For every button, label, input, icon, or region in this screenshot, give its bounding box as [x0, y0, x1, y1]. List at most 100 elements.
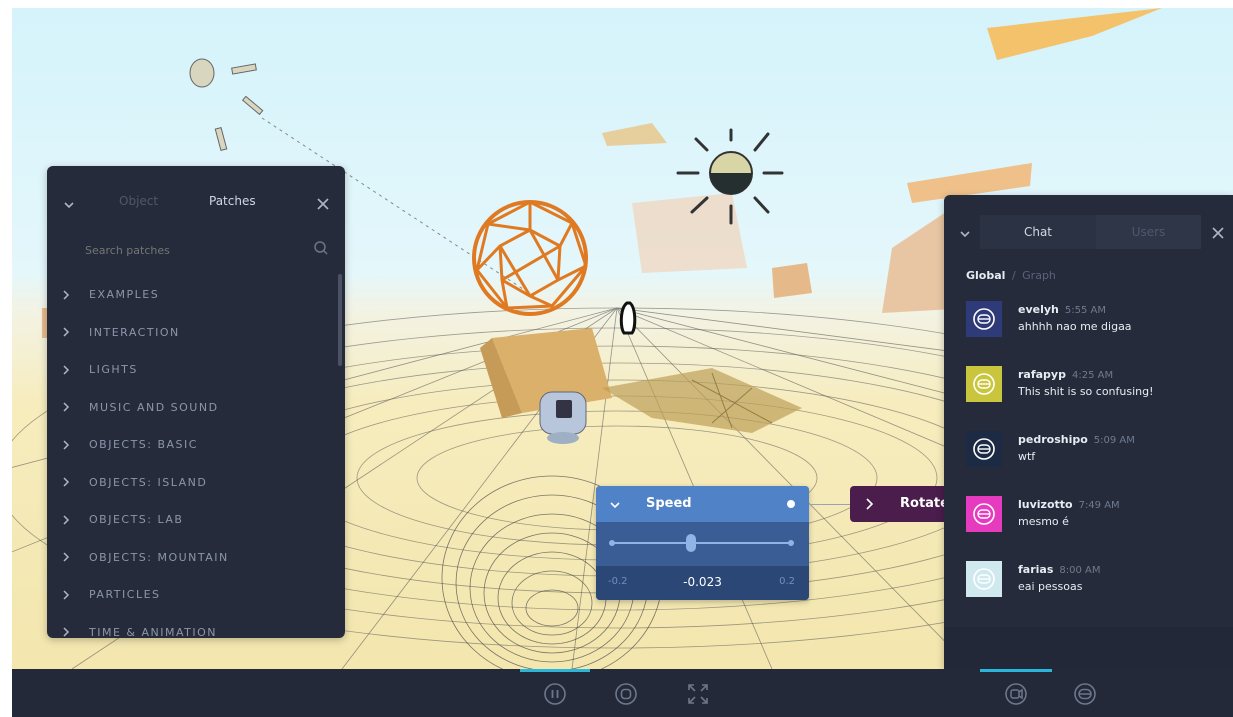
chat-user-name: pedroshipo: [1018, 433, 1088, 446]
speed-node-title: Speed: [646, 496, 692, 511]
chat-timestamp: 7:49 AM: [1078, 500, 1120, 511]
list-scrollbar[interactable]: [338, 274, 342, 366]
tab-users-label: Users: [1131, 225, 1166, 239]
chevron-down-icon[interactable]: [608, 498, 622, 512]
patch-category-item[interactable]: PARTICLES: [47, 576, 331, 614]
chat-username: evelyh 5:55 AM: [1018, 303, 1106, 316]
patch-category-label: EXAMPLES: [89, 288, 160, 302]
patch-category-label: LIGHTS: [89, 363, 138, 377]
tab-chat[interactable]: Chat: [980, 215, 1096, 249]
patch-category-list: EXAMPLES INTERACTION LIGHTS MUSIC AND SOUND…: [47, 276, 331, 638]
chat-user-name: rafapyp: [1018, 368, 1066, 381]
chat-user-name: evelyh: [1018, 303, 1059, 316]
speed-value[interactable]: -0.023: [596, 575, 809, 589]
search-patches-input[interactable]: [83, 239, 307, 261]
chat-scope-selector: Global / Graph: [966, 269, 1056, 282]
stop-button[interactable]: [604, 675, 648, 713]
pause-button[interactable]: [533, 675, 577, 713]
speed-node-header[interactable]: Speed: [596, 486, 809, 522]
chat-message-text: mesmo é: [1018, 515, 1069, 528]
node-connection: [809, 504, 850, 505]
avatar-icon: [1074, 683, 1096, 705]
chat-username: rafapyp 4:25 AM: [1018, 368, 1113, 381]
chevron-right-icon: [63, 402, 70, 412]
patches-panel: Object Patches EXAMPLES INTERACTION LIGHTS…: [47, 166, 345, 638]
chevron-right-icon[interactable]: [863, 497, 875, 511]
scope-separator: /: [1011, 269, 1016, 282]
node-output-port[interactable]: [787, 500, 795, 508]
patch-category-label: OBJECTS: BASIC: [89, 438, 198, 452]
slider-track: [612, 542, 792, 544]
chevron-right-icon: [63, 627, 70, 637]
close-icon[interactable]: [315, 196, 331, 212]
rotate-node-title: Rotate: [900, 496, 949, 511]
patch-category-label: INTERACTION: [89, 325, 180, 339]
chat-username: pedroshipo 5:09 AM: [1018, 433, 1135, 446]
fullscreen-icon: [688, 684, 708, 704]
avatar-icon[interactable]: [966, 496, 1002, 532]
chat-timestamp: 4:25 AM: [1071, 370, 1114, 381]
avatar-icon[interactable]: [966, 366, 1002, 402]
chevron-right-icon: [63, 365, 70, 375]
tab-chat-label: Chat: [1023, 225, 1053, 239]
chat-message-text: wtf: [1018, 450, 1036, 463]
tab-patches[interactable]: Patches: [209, 194, 256, 208]
speed-slider[interactable]: [609, 534, 794, 552]
patch-category-label: TIME & ANIMATION: [89, 625, 217, 638]
patch-category-item[interactable]: EXAMPLES: [47, 276, 331, 314]
chat-panel: Chat Users Global / Graph evelyh 5:55 AM a…: [944, 195, 1233, 669]
chat-timestamp: 5:55 AM: [1064, 305, 1106, 316]
patch-category-item[interactable]: OBJECTS: LAB: [47, 501, 331, 539]
chevron-right-icon: [63, 440, 70, 450]
pause-icon: [544, 683, 566, 705]
patch-category-item[interactable]: OBJECTS: ISLAND: [47, 464, 331, 502]
chat-username: luvizotto 7:49 AM: [1018, 498, 1120, 511]
fullscreen-button[interactable]: [676, 675, 720, 713]
slider-min-dot: [609, 540, 615, 546]
panel-tab-bar: Object Patches: [47, 166, 345, 238]
chevron-right-icon: [63, 477, 70, 487]
speed-node[interactable]: Speed -0.2 -0.023 0.2: [596, 486, 809, 600]
chat-timestamp: 5:09 AM: [1093, 435, 1135, 446]
patch-category-item[interactable]: TIME & ANIMATION: [47, 614, 331, 638]
avatar-icon[interactable]: [966, 431, 1002, 467]
chat-message-text: This shit is so confusing!: [1018, 385, 1154, 398]
patch-category-label: MUSIC AND SOUND: [89, 400, 219, 414]
chevron-right-icon: [63, 515, 70, 525]
chevron-right-icon: [63, 590, 70, 600]
chevron-right-icon: [63, 552, 70, 562]
chat-user-name: farias: [1018, 563, 1054, 576]
chat-username: farias 8:00 AM: [1018, 563, 1100, 576]
search-icon[interactable]: [313, 240, 329, 256]
chat-message-text: eai pessoas: [1018, 580, 1083, 593]
avatar-icon[interactable]: [966, 561, 1002, 597]
chevron-right-icon: [63, 290, 70, 300]
speed-values-row: -0.2 -0.023 0.2: [596, 566, 809, 600]
record-button[interactable]: [994, 675, 1038, 713]
record-icon: [1005, 683, 1027, 705]
patch-category-item[interactable]: INTERACTION: [47, 314, 331, 352]
speed-max-label: 0.2: [779, 576, 795, 587]
patch-category-label: OBJECTS: LAB: [89, 513, 184, 527]
patch-category-item[interactable]: OBJECTS: BASIC: [47, 426, 331, 464]
patch-category-label: OBJECTS: ISLAND: [89, 475, 208, 489]
scope-global[interactable]: Global: [966, 269, 1005, 282]
tab-users[interactable]: Users: [1096, 215, 1201, 249]
tab-object[interactable]: Object: [119, 194, 158, 208]
active-indicator: [520, 669, 590, 672]
patch-category-item[interactable]: MUSIC AND SOUND: [47, 389, 331, 427]
chevron-down-icon[interactable]: [958, 227, 972, 241]
chat-message-text: ahhhh nao me digaa: [1018, 320, 1132, 333]
patch-category-label: OBJECTS: MOUNTAIN: [89, 550, 229, 564]
chat-input-strip[interactable]: [944, 627, 1233, 669]
slider-thumb[interactable]: [686, 534, 697, 552]
avatar-icon[interactable]: [966, 301, 1002, 337]
chevron-down-icon[interactable]: [62, 198, 76, 212]
patch-category-item[interactable]: LIGHTS: [47, 351, 331, 389]
patch-category-item[interactable]: OBJECTS: MOUNTAIN: [47, 539, 331, 577]
close-icon[interactable]: [1210, 225, 1226, 241]
scope-graph[interactable]: Graph: [1022, 269, 1056, 282]
chat-timestamp: 8:00 AM: [1059, 565, 1101, 576]
avatar-button[interactable]: [1063, 675, 1107, 713]
chevron-right-icon: [63, 327, 70, 337]
